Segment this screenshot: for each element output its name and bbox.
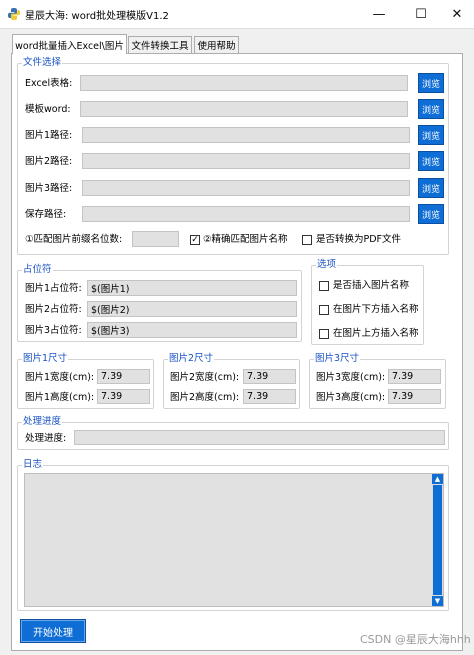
insert-name-below-label: 在图片下方插入名称 xyxy=(333,304,419,315)
image2-height-input[interactable]: 7.39 xyxy=(243,389,296,404)
prefix-digits-label: ①匹配图片前缀名位数: xyxy=(25,234,123,245)
close-icon: ✕ xyxy=(451,6,463,22)
file-select-legend: 文件选择 xyxy=(22,57,63,68)
maximize-button[interactable]: ☐ xyxy=(404,0,438,28)
image1-width-label: 图片1宽度(cm): xyxy=(25,372,95,383)
exact-match-label: ②精确匹配图片名称 xyxy=(203,234,288,245)
image1-browse-button[interactable]: 浏览 xyxy=(418,125,444,145)
placeholder1-input[interactable]: $(图片1) xyxy=(87,280,297,296)
image2-browse-button[interactable]: 浏览 xyxy=(418,151,444,171)
exact-match-checkbox[interactable]: ✓ xyxy=(190,235,200,245)
save-browse-button[interactable]: 浏览 xyxy=(418,204,444,224)
window-title: 星辰大海: word批处理模版V1.2 xyxy=(25,11,169,22)
save-path-label: 保存路径: xyxy=(25,209,67,220)
tab-word-batch-insert[interactable]: word批量插入Excel\图片 xyxy=(12,34,127,54)
image3-height-label: 图片3高度(cm): xyxy=(316,392,386,403)
insert-name-above-checkbox[interactable] xyxy=(319,329,329,339)
insert-image-name-checkbox[interactable] xyxy=(319,281,329,291)
image2-path-input[interactable] xyxy=(82,153,410,169)
image3-width-label: 图片3宽度(cm): xyxy=(316,372,386,383)
image2-path-label: 图片2路径: xyxy=(25,156,73,167)
convert-pdf-label: 是否转换为PDF文件 xyxy=(316,234,402,245)
progress-legend: 处理进度 xyxy=(22,416,63,427)
maximize-icon: ☐ xyxy=(415,6,427,22)
progress-label: 处理进度: xyxy=(25,433,67,444)
placeholder2-label: 图片2占位符: xyxy=(25,304,82,315)
placeholder1-label: 图片1占位符: xyxy=(25,283,82,294)
image1-path-label: 图片1路径: xyxy=(25,130,73,141)
excel-label: Excel表格: xyxy=(25,78,73,89)
image2-height-label: 图片2高度(cm): xyxy=(170,392,240,403)
placeholder3-input[interactable]: $(图片3) xyxy=(87,322,297,338)
image2-width-label: 图片2宽度(cm): xyxy=(170,372,240,383)
image3-height-input[interactable]: 7.39 xyxy=(388,389,441,404)
save-path-input[interactable] xyxy=(82,206,410,222)
placeholder2-input[interactable]: $(图片2) xyxy=(87,301,297,317)
placeholder3-label: 图片3占位符: xyxy=(25,325,82,336)
insert-name-above-label: 在图片上方插入名称 xyxy=(333,328,419,339)
image1-width-input[interactable]: 7.39 xyxy=(97,369,150,384)
image1-height-input[interactable]: 7.39 xyxy=(97,389,150,404)
excel-path-input[interactable] xyxy=(80,75,408,91)
insert-image-name-label: 是否插入图片名称 xyxy=(333,280,410,291)
log-legend: 日志 xyxy=(22,459,44,470)
image1-path-input[interactable] xyxy=(82,127,410,143)
template-browse-button[interactable]: 浏览 xyxy=(418,99,444,119)
tab-help[interactable]: 使用帮助 xyxy=(194,36,239,53)
minimize-icon: — xyxy=(372,6,386,22)
scroll-up-icon[interactable]: ▲ xyxy=(432,474,443,484)
log-textarea[interactable] xyxy=(24,473,444,607)
template-label: 模板word: xyxy=(25,104,71,115)
image3-width-input[interactable]: 7.39 xyxy=(388,369,441,384)
prefix-digits-input[interactable] xyxy=(132,231,179,247)
placeholder-legend: 占位符 xyxy=(22,264,53,275)
image1-size-legend: 图片1尺寸 xyxy=(22,353,69,364)
start-process-button[interactable]: 开始处理 xyxy=(20,619,86,643)
options-legend: 选项 xyxy=(316,259,338,270)
title-bar: 星辰大海: word批处理模版V1.2 — ☐ ✕ xyxy=(0,0,474,28)
image3-path-label: 图片3路径: xyxy=(25,183,73,194)
scroll-down-icon[interactable]: ▼ xyxy=(432,596,443,606)
image3-path-input[interactable] xyxy=(82,180,410,196)
template-path-input[interactable] xyxy=(80,101,408,117)
image3-browse-button[interactable]: 浏览 xyxy=(418,178,444,198)
log-scrollbar[interactable]: ▲ ▼ xyxy=(432,474,443,606)
image2-width-input[interactable]: 7.39 xyxy=(243,369,296,384)
image2-size-legend: 图片2尺寸 xyxy=(168,353,215,364)
watermark: CSDN @星辰大海hhh xyxy=(360,633,471,646)
check-mark-icon: ✓ xyxy=(191,235,199,245)
scroll-thumb[interactable] xyxy=(433,485,442,595)
convert-pdf-checkbox[interactable] xyxy=(302,235,312,245)
excel-browse-button[interactable]: 浏览 xyxy=(418,73,444,93)
image3-size-legend: 图片3尺寸 xyxy=(314,353,361,364)
close-button[interactable]: ✕ xyxy=(440,0,474,28)
tab-file-convert[interactable]: 文件转换工具 xyxy=(128,36,192,53)
progress-bar xyxy=(74,430,445,445)
minimize-button[interactable]: — xyxy=(362,0,396,28)
image1-height-label: 图片1高度(cm): xyxy=(25,392,95,403)
python-app-icon xyxy=(8,8,20,20)
insert-name-below-checkbox[interactable] xyxy=(319,305,329,315)
